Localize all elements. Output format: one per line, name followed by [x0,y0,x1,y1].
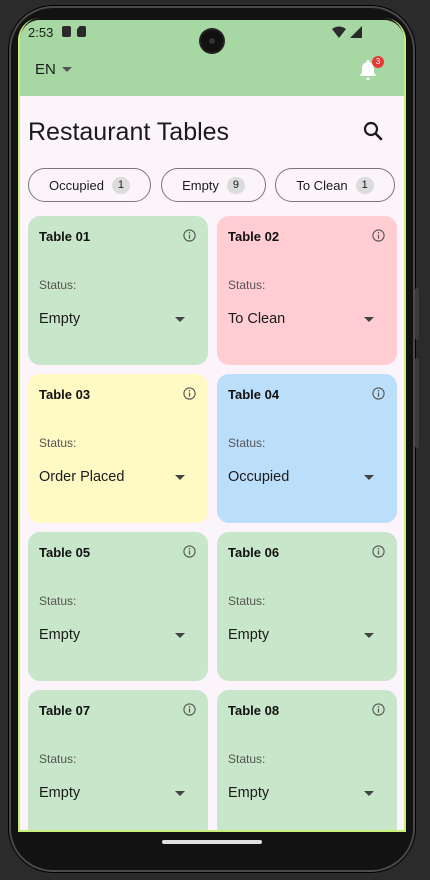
status-label: Status: [228,594,266,608]
notification-badge: 3 [372,56,384,68]
filter-chip-label: Empty [182,177,219,193]
volume-button [415,358,419,448]
status-time: 2:53 [28,25,54,40]
info-icon[interactable] [183,703,196,716]
table-card[interactable]: Table 05 Status: Empty [28,532,208,681]
caret-down-icon [175,790,185,796]
caret-down-icon [364,316,374,322]
info-icon[interactable] [183,229,196,242]
status-dropdown[interactable]: Empty [39,307,191,331]
info-icon[interactable] [183,387,196,400]
table-name: Table 02 [228,229,280,244]
status-dropdown[interactable]: Empty [228,623,380,647]
filter-chip-label: Occupied [49,177,104,193]
table-name: Table 01 [39,229,91,244]
language-selector[interactable]: EN [35,61,72,78]
status-value: Empty [39,627,81,643]
status-value: Empty [228,785,270,801]
gesture-nav-bar [20,830,404,854]
table-name: Table 08 [228,703,280,718]
page-title: Restaurant Tables [28,118,230,146]
caret-down-icon [364,474,374,480]
status-label: Status: [39,594,77,608]
filter-chip-empty[interactable]: Empty 9 [161,168,266,202]
info-icon[interactable] [372,703,385,716]
home-handle[interactable] [162,840,262,844]
search-button[interactable] [362,120,384,142]
app-bar: 2:53 EN 3 [20,20,404,96]
table-card[interactable]: Table 03 Status: Order Placed [28,374,208,523]
main-content: Restaurant Tables Occupied 1 Empty 9 To … [20,96,404,830]
status-label: Status: [39,436,77,450]
status-dropdown[interactable]: Occupied [228,465,380,489]
filter-chip-label: To Clean [296,177,348,193]
status-label: Status: [39,752,77,766]
status-label: Status: [228,752,266,766]
sim-card-icon [77,26,86,37]
status-label: Status: [228,278,266,292]
caret-down-icon [364,790,374,796]
status-system-icons [332,26,362,38]
status-value: Empty [228,627,270,643]
table-card[interactable]: Table 08 Status: Empty [217,690,397,830]
wifi-icon [332,26,346,38]
info-icon[interactable] [183,545,196,558]
caret-down-icon [175,316,185,322]
power-button [415,288,419,340]
filter-chip-to-clean[interactable]: To Clean 1 [275,168,395,202]
status-dropdown[interactable]: To Clean [228,307,380,331]
search-icon [363,121,383,141]
language-label: EN [35,61,56,78]
table-card[interactable]: Table 01 Status: Empty [28,216,208,365]
info-icon[interactable] [372,545,385,558]
status-value: To Clean [228,311,286,327]
status-label: Status: [228,436,266,450]
filter-chip-count: 9 [226,176,245,194]
table-card[interactable]: Table 02 Status: To Clean [217,216,397,365]
table-card[interactable]: Table 07 Status: Empty [28,690,208,830]
table-name: Table 06 [228,545,280,560]
filter-chip-occupied[interactable]: Occupied 1 [28,168,151,202]
app-notification-icon [62,26,71,37]
status-dropdown[interactable]: Empty [39,781,191,805]
status-value: Occupied [228,469,290,485]
status-value: Empty [39,785,81,801]
status-dropdown[interactable]: Empty [39,623,191,647]
table-name: Table 04 [228,387,280,402]
caret-down-icon [61,67,72,72]
signal-icon [350,26,362,38]
status-notification-icons [62,26,86,37]
table-card[interactable]: Table 06 Status: Empty [217,532,397,681]
caret-down-icon [175,474,185,480]
table-card[interactable]: Table 04 Status: Occupied [217,374,397,523]
info-icon[interactable] [372,229,385,242]
info-icon[interactable] [372,387,385,400]
status-dropdown[interactable]: Empty [228,781,380,805]
status-dropdown[interactable]: Order Placed [39,465,191,489]
front-camera [201,30,223,52]
caret-down-icon [364,632,374,638]
filter-chip-count: 1 [355,176,374,194]
status-value: Empty [39,311,81,327]
filter-chip-count: 1 [111,176,130,194]
screen: 2:53 EN 3 Restaurant Tables Occupied 1 E… [20,20,404,830]
status-label: Status: [39,278,77,292]
filter-chips: Occupied 1 Empty 9 To Clean 1 [28,168,398,202]
table-name: Table 07 [39,703,91,718]
notifications-button[interactable]: 3 [356,56,384,82]
caret-down-icon [175,632,185,638]
status-value: Order Placed [39,469,125,485]
table-name: Table 05 [39,545,91,560]
table-name: Table 03 [39,387,91,402]
